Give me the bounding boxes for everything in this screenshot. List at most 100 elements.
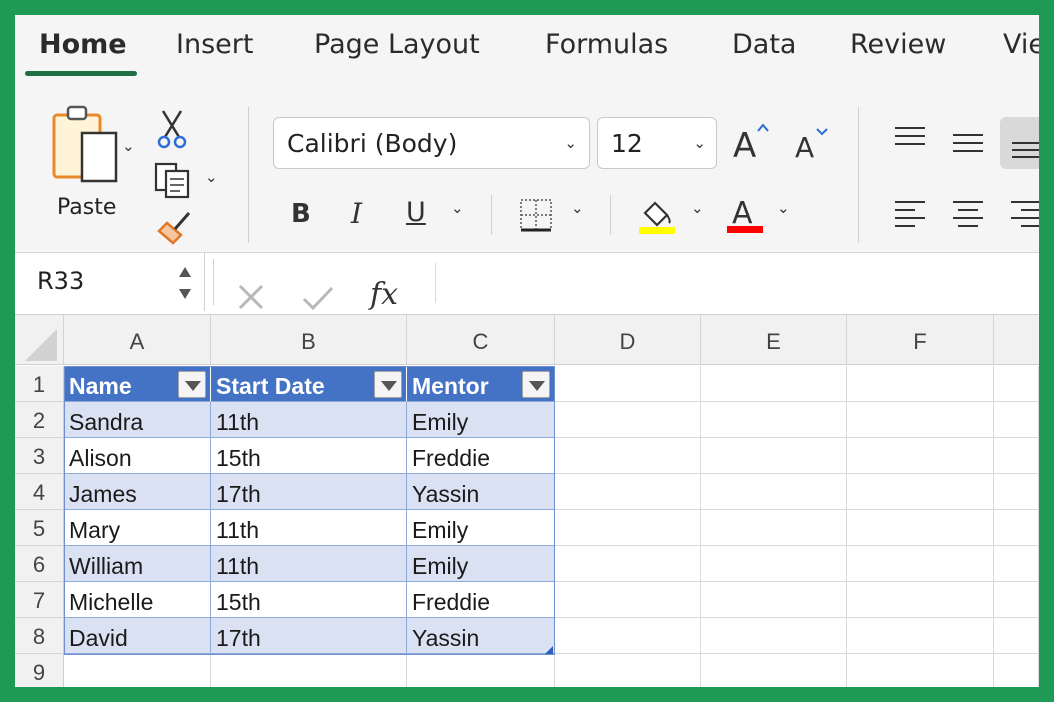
- cell-e3[interactable]: [701, 438, 847, 474]
- table-resize-handle-icon[interactable]: [545, 646, 553, 654]
- cell-e8[interactable]: [701, 618, 847, 654]
- table-cell[interactable]: Emily: [407, 546, 555, 582]
- cell-f4[interactable]: [847, 474, 994, 510]
- fill-color-icon[interactable]: [637, 195, 677, 237]
- font-name-dropdown[interactable]: Calibri (Body) ⌄: [273, 117, 590, 169]
- row-header-7[interactable]: 7: [15, 582, 64, 618]
- table-cell[interactable]: Yassin: [407, 474, 555, 510]
- table-cell[interactable]: Alison: [64, 438, 211, 474]
- name-box-stepper-icon[interactable]: [177, 261, 193, 305]
- align-right-icon[interactable]: [1009, 199, 1039, 231]
- table-header-cell[interactable]: Start Date: [211, 366, 407, 402]
- filter-dropdown-button[interactable]: [374, 371, 402, 398]
- tab-page-layout[interactable]: Page Layout: [314, 29, 480, 60]
- cell-e9[interactable]: [701, 654, 847, 687]
- column-header-g[interactable]: [994, 315, 1039, 365]
- cell-f9[interactable]: [847, 654, 994, 687]
- decrease-font-size-button[interactable]: A: [793, 123, 833, 164]
- cell-e7[interactable]: [701, 582, 847, 618]
- cell-d1[interactable]: [555, 366, 701, 402]
- cell-g8[interactable]: [994, 618, 1039, 654]
- font-color-icon[interactable]: A: [725, 193, 765, 237]
- table-cell[interactable]: William: [64, 546, 211, 582]
- cell-f1[interactable]: [847, 366, 994, 402]
- cell-e4[interactable]: [701, 474, 847, 510]
- cell-f7[interactable]: [847, 582, 994, 618]
- column-header-f[interactable]: F: [847, 315, 994, 365]
- font-color-chevron-icon[interactable]: ⌄: [777, 199, 790, 217]
- tab-formulas[interactable]: Formulas: [545, 29, 668, 60]
- table-cell[interactable]: Sandra: [64, 402, 211, 438]
- table-cell[interactable]: David: [64, 618, 211, 654]
- row-header-9[interactable]: 9: [15, 654, 64, 687]
- table-cell[interactable]: Michelle: [64, 582, 211, 618]
- column-header-a[interactable]: A: [64, 315, 211, 365]
- row-header-3[interactable]: 3: [15, 438, 64, 474]
- table-cell[interactable]: 17th: [211, 474, 407, 510]
- cell-e1[interactable]: [701, 366, 847, 402]
- align-left-icon[interactable]: [893, 199, 927, 231]
- table-cell[interactable]: 11th: [211, 402, 407, 438]
- bold-button[interactable]: B: [291, 199, 311, 229]
- increase-font-size-button[interactable]: A: [731, 119, 771, 166]
- tab-insert[interactable]: Insert: [176, 29, 253, 60]
- cell-g4[interactable]: [994, 474, 1039, 510]
- cell-f8[interactable]: [847, 618, 994, 654]
- tab-view[interactable]: Vie: [1003, 29, 1039, 60]
- table-header-cell[interactable]: Mentor: [407, 366, 555, 402]
- table-cell[interactable]: Freddie: [407, 582, 555, 618]
- underline-button[interactable]: U: [406, 197, 426, 228]
- cell-g3[interactable]: [994, 438, 1039, 474]
- copy-options-chevron-icon[interactable]: ⌄: [205, 168, 218, 186]
- cell-e2[interactable]: [701, 402, 847, 438]
- cell-f5[interactable]: [847, 510, 994, 546]
- table-cell[interactable]: Emily: [407, 510, 555, 546]
- row-header-2[interactable]: 2: [15, 402, 64, 438]
- cell-d9[interactable]: [555, 654, 701, 687]
- column-header-d[interactable]: D: [555, 315, 701, 365]
- cell-d8[interactable]: [555, 618, 701, 654]
- cell-f2[interactable]: [847, 402, 994, 438]
- cell-g5[interactable]: [994, 510, 1039, 546]
- cell-f6[interactable]: [847, 546, 994, 582]
- row-header-5[interactable]: 5: [15, 510, 64, 546]
- cancel-x-icon[interactable]: [237, 283, 265, 311]
- table-cell[interactable]: 17th: [211, 618, 407, 654]
- cell-a9[interactable]: [64, 654, 211, 687]
- row-header-8[interactable]: 8: [15, 618, 64, 654]
- align-center-icon[interactable]: [951, 199, 985, 231]
- table-cell[interactable]: Yassin: [407, 618, 555, 654]
- table-cell[interactable]: 15th: [211, 438, 407, 474]
- borders-options-chevron-icon[interactable]: ⌄: [571, 199, 584, 217]
- italic-button[interactable]: I: [351, 197, 362, 230]
- table-cell[interactable]: Mary: [64, 510, 211, 546]
- column-header-b[interactable]: B: [211, 315, 407, 365]
- align-bottom-button[interactable]: [1000, 117, 1039, 169]
- cell-d6[interactable]: [555, 546, 701, 582]
- cell-g6[interactable]: [994, 546, 1039, 582]
- formula-input[interactable]: [435, 263, 1035, 303]
- row-header-6[interactable]: 6: [15, 546, 64, 582]
- table-cell[interactable]: Emily: [407, 402, 555, 438]
- insert-function-button[interactable]: fx: [370, 277, 398, 312]
- column-header-e[interactable]: E: [701, 315, 847, 365]
- cell-e6[interactable]: [701, 546, 847, 582]
- select-all-corner[interactable]: [15, 315, 64, 365]
- tab-review[interactable]: Review: [850, 29, 946, 60]
- table-cell[interactable]: 15th: [211, 582, 407, 618]
- underline-options-chevron-icon[interactable]: ⌄: [451, 199, 464, 217]
- filter-dropdown-button[interactable]: [178, 371, 206, 398]
- align-top-icon[interactable]: [893, 125, 927, 151]
- cell-g7[interactable]: [994, 582, 1039, 618]
- table-cell[interactable]: James: [64, 474, 211, 510]
- cell-e5[interactable]: [701, 510, 847, 546]
- format-painter-icon[interactable]: [155, 209, 193, 245]
- tab-data[interactable]: Data: [732, 29, 796, 60]
- row-header-1[interactable]: 1: [15, 366, 64, 402]
- copy-icon[interactable]: [153, 161, 191, 199]
- cell-d3[interactable]: [555, 438, 701, 474]
- scissors-icon[interactable]: [157, 109, 187, 151]
- font-size-dropdown[interactable]: 12 ⌄: [597, 117, 717, 169]
- cell-d4[interactable]: [555, 474, 701, 510]
- paste-options-chevron-icon[interactable]: ⌄: [122, 137, 135, 155]
